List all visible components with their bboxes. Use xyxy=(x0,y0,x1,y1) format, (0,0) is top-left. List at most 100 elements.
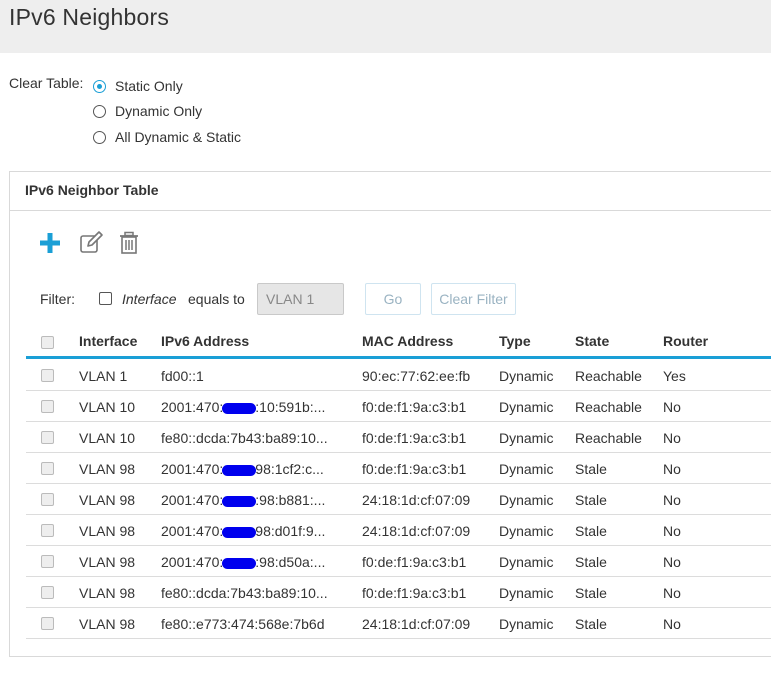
ipv6-address-suffix: 98:d01f:9... xyxy=(255,523,326,539)
radio-all-dynamic-static[interactable]: All Dynamic & Static xyxy=(93,127,241,147)
cell-mac-address: 24:18:1d:cf:07:09 xyxy=(362,523,471,539)
column-header-type[interactable]: Type xyxy=(499,333,531,349)
cell-state: Stale xyxy=(575,585,607,601)
table-row[interactable]: VLAN 1 fd00::1 90:ec:77:62:ee:fb Dynamic Rea… xyxy=(26,360,771,391)
cell-ipv6-address: fe80::dcda:7b43:ba89:10... xyxy=(161,430,328,446)
ipv6-address-suffix: :98:b881:... xyxy=(255,492,326,508)
table-row[interactable]: VLAN 98 2001:470::98:d50a:... f0:de:f1:9a:… xyxy=(26,546,771,577)
cell-mac-address: f0:de:f1:9a:c3:b1 xyxy=(362,585,467,601)
radio-label-static-only: Static Only xyxy=(115,78,183,94)
row-checkbox[interactable] xyxy=(41,555,54,568)
row-checkbox[interactable] xyxy=(41,431,54,444)
ipv6-address-suffix: :10:591b:... xyxy=(255,399,326,415)
cell-state: Stale xyxy=(575,523,607,539)
row-checkbox[interactable] xyxy=(41,493,54,506)
row-checkbox[interactable] xyxy=(41,400,54,413)
radio-button[interactable] xyxy=(93,104,106,118)
row-checkbox[interactable] xyxy=(41,369,54,382)
neighbor-table-panel: IPv6 Neighbor Table Filter: Interface eq… xyxy=(9,171,771,657)
table-row[interactable]: VLAN 98 fe80::e773:474:568e:7b6d 24:18:1d:… xyxy=(26,608,771,639)
filter-field-name: Interface xyxy=(122,291,177,307)
cell-router: No xyxy=(663,461,681,477)
cell-type: Dynamic xyxy=(499,430,554,446)
table-row[interactable]: VLAN 98 2001:470: 98:d01f:9... 24:18:1d:cf:… xyxy=(26,515,771,546)
ipv6-address-prefix: 2001:470: xyxy=(161,461,224,477)
panel-title: IPv6 Neighbor Table xyxy=(25,182,159,198)
table-row[interactable]: VLAN 10 2001:470::10:591b:... f0:de:f1:9a:… xyxy=(26,391,771,422)
table-header: Interface IPv6 Address MAC Address Type … xyxy=(26,329,771,359)
page-header: IPv6 Neighbors xyxy=(0,0,771,53)
cell-state: Reachable xyxy=(575,368,642,384)
cell-router: No xyxy=(663,523,681,539)
cell-mac-address: f0:de:f1:9a:c3:b1 xyxy=(362,554,467,570)
filter-label: Filter: xyxy=(40,291,75,307)
cell-interface: VLAN 1 xyxy=(79,368,128,384)
cell-state: Reachable xyxy=(575,399,642,415)
ipv6-address-prefix: 2001:470: xyxy=(161,554,224,570)
cell-type: Dynamic xyxy=(499,554,554,570)
table-body: VLAN 1 fd00::1 90:ec:77:62:ee:fb Dynamic Rea… xyxy=(26,360,771,639)
radio-button[interactable] xyxy=(93,130,106,144)
column-header-mac-address[interactable]: MAC Address xyxy=(362,333,453,349)
ipv6-address-prefix: 2001:470: xyxy=(161,523,224,539)
column-header-router[interactable]: Router xyxy=(663,333,708,349)
cell-mac-address: 24:18:1d:cf:07:09 xyxy=(362,616,471,632)
clear-filter-button[interactable]: Clear Filter xyxy=(431,283,516,315)
cell-router: No xyxy=(663,399,681,415)
cell-ipv6-address: 2001:470: :98:d50a:... xyxy=(161,554,325,570)
row-checkbox[interactable] xyxy=(41,462,54,475)
cell-router: No xyxy=(663,616,681,632)
ipv6-address-prefix: fe80::dcda:7b43:ba89:10... xyxy=(161,430,328,446)
redaction-mark xyxy=(222,402,257,414)
edit-icon[interactable] xyxy=(78,230,104,256)
radio-button-checked[interactable] xyxy=(93,79,106,93)
cell-type: Dynamic xyxy=(499,585,554,601)
cell-interface: VLAN 98 xyxy=(79,461,136,477)
cell-type: Dynamic xyxy=(499,523,554,539)
panel-divider xyxy=(10,210,771,211)
filter-operator: equals to xyxy=(188,291,245,307)
row-checkbox[interactable] xyxy=(41,524,54,537)
cell-state: Reachable xyxy=(575,430,642,446)
row-checkbox[interactable] xyxy=(41,617,54,630)
go-button[interactable]: Go xyxy=(365,283,421,315)
redaction-mark xyxy=(222,464,257,476)
cell-interface: VLAN 10 xyxy=(79,399,136,415)
cell-router: No xyxy=(663,492,681,508)
cell-router: Yes xyxy=(663,368,686,384)
cell-router: No xyxy=(663,585,681,601)
cell-interface: VLAN 98 xyxy=(79,616,136,632)
column-header-state[interactable]: State xyxy=(575,333,609,349)
column-header-ipv6-address[interactable]: IPv6 Address xyxy=(161,333,249,349)
cell-type: Dynamic xyxy=(499,461,554,477)
radio-label-dynamic-only: Dynamic Only xyxy=(115,103,203,119)
filter-checkbox[interactable] xyxy=(99,292,112,305)
table-row[interactable]: VLAN 98 2001:470: 98:1cf2:c... f0:de:f1:9a:… xyxy=(26,453,771,484)
add-icon[interactable] xyxy=(37,230,63,256)
ipv6-address-prefix: 2001:470: xyxy=(161,492,224,508)
cell-ipv6-address: 2001:470: 98:d01f:9... xyxy=(161,523,325,539)
ipv6-address-suffix: :98:d50a:... xyxy=(255,554,326,570)
table-row[interactable]: VLAN 98 fe80::dcda:7b43:ba89:10... f0:de:f… xyxy=(26,577,771,608)
filter-value-input[interactable]: VLAN 1 xyxy=(257,283,344,315)
select-all-checkbox[interactable] xyxy=(41,336,54,349)
column-header-interface[interactable]: Interface xyxy=(79,333,137,349)
cell-interface: VLAN 10 xyxy=(79,430,136,446)
cell-type: Dynamic xyxy=(499,492,554,508)
clear-table-label: Clear Table: xyxy=(9,75,84,91)
cell-ipv6-address: 2001:470: 98:1cf2:c... xyxy=(161,461,324,477)
table-row[interactable]: VLAN 10 fe80::dcda:7b43:ba89:10... f0:de:f… xyxy=(26,422,771,453)
row-checkbox[interactable] xyxy=(41,586,54,599)
cell-mac-address: 24:18:1d:cf:07:09 xyxy=(362,492,471,508)
cell-mac-address: f0:de:f1:9a:c3:b1 xyxy=(362,399,467,415)
radio-static-only[interactable]: Static Only xyxy=(93,76,183,96)
cell-router: No xyxy=(663,430,681,446)
delete-icon[interactable] xyxy=(116,230,142,256)
redaction-mark xyxy=(222,557,257,569)
radio-dynamic-only[interactable]: Dynamic Only xyxy=(93,101,202,121)
ipv6-address-prefix: fe80::dcda:7b43:ba89:10... xyxy=(161,585,328,601)
cell-ipv6-address: 2001:470: :98:b881:... xyxy=(161,492,325,508)
cell-type: Dynamic xyxy=(499,399,554,415)
cell-mac-address: 90:ec:77:62:ee:fb xyxy=(362,368,471,384)
table-row[interactable]: VLAN 98 2001:470::98:b881:... 24:18:1d:cf:… xyxy=(26,484,771,515)
